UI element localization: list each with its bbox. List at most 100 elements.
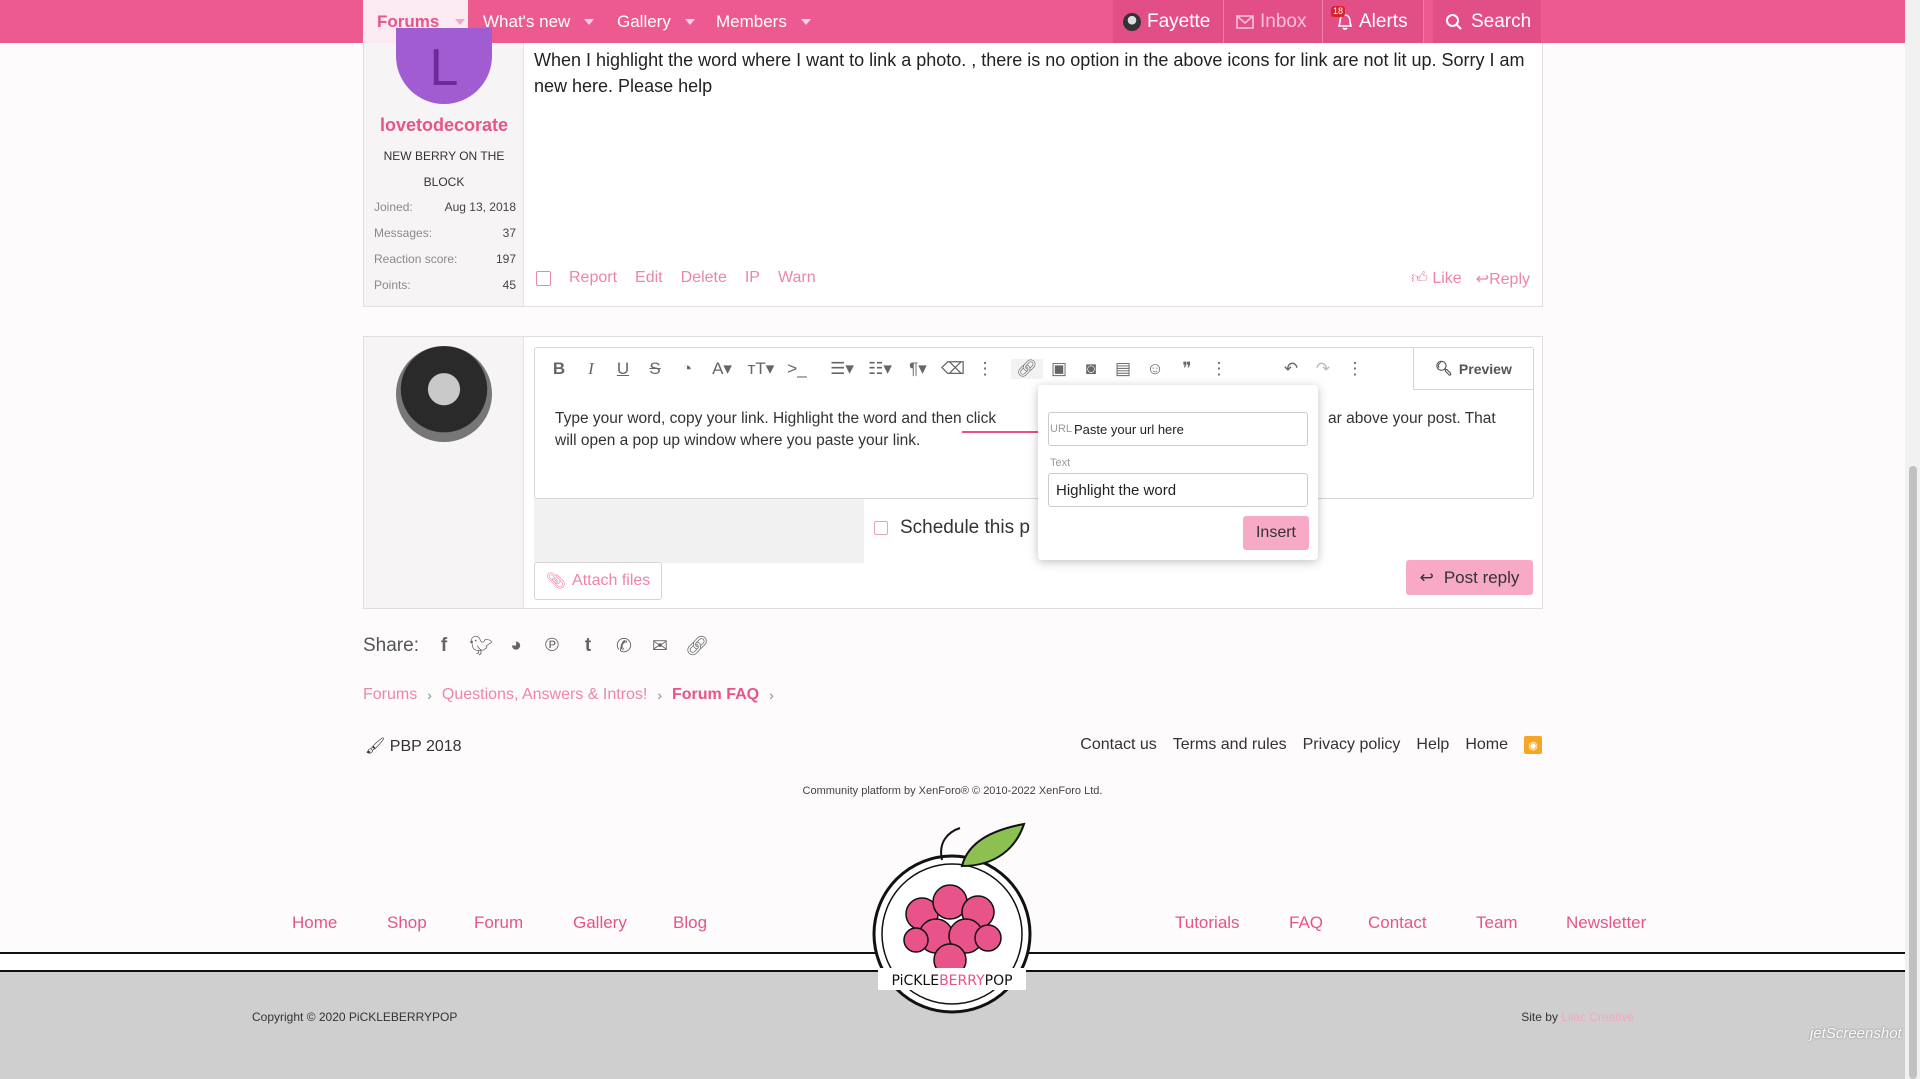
warn-link[interactable]: Warn [778, 269, 816, 287]
gallery-icon[interactable]: ▤ [1107, 359, 1139, 379]
tumblr-icon[interactable]: t [577, 635, 599, 657]
email-icon[interactable]: ✉ [649, 635, 671, 658]
alerts-count-badge: 18 [1331, 6, 1346, 17]
nav-tab-members[interactable]: Members [716, 0, 811, 43]
ip-link[interactable]: IP [745, 269, 760, 287]
font-size-icon[interactable]: тT▾ [741, 359, 781, 379]
code-icon[interactable]: >_ [781, 359, 813, 379]
link-icon[interactable]: 🔗︎ [685, 634, 709, 658]
strikethrough-icon[interactable]: S [639, 359, 671, 379]
site-nav-left: Home Shop Forum Gallery Blog [292, 913, 707, 933]
palette-icon[interactable]: ◔ [671, 359, 703, 379]
reply-button[interactable]: ↩Reply [1476, 269, 1530, 289]
stat-row-messages: Messages: 37 [374, 220, 516, 246]
rss-icon[interactable]: ◉ [1524, 736, 1542, 754]
search-button[interactable]: Search [1433, 0, 1541, 43]
bold-icon[interactable]: B [543, 359, 575, 379]
link-text-input[interactable]: Highlight the word [1048, 473, 1308, 507]
site-nav-shop[interactable]: Shop [387, 913, 474, 933]
footer-link-terms[interactable]: Terms and rules [1173, 736, 1287, 754]
post-username[interactable]: lovetodecorate [364, 115, 524, 136]
divider [1423, 0, 1424, 43]
insert-button[interactable]: Insert [1243, 516, 1309, 550]
avatar[interactable] [396, 346, 492, 442]
nav-tab-gallery[interactable]: Gallery [617, 0, 695, 43]
pickleberrypop-logo[interactable]: PiCKLEBERRYPOP [870, 812, 1034, 1016]
scrollbar-thumb[interactable] [1909, 466, 1917, 1079]
like-button[interactable]: 👍︎ Like [1411, 269, 1462, 289]
breadcrumb-forum-faq[interactable]: Forum FAQ [672, 686, 759, 704]
schedule-checkbox[interactable] [874, 521, 888, 535]
font-family-icon[interactable]: A▾ [703, 359, 741, 379]
post-reply-button[interactable]: ↩ Post reply [1406, 560, 1533, 595]
stat-label: Points: [374, 278, 411, 292]
site-nav-blog[interactable]: Blog [673, 913, 707, 933]
more-vertical-icon[interactable]: ⋮ [1203, 359, 1235, 379]
footer-link-home[interactable]: Home [1465, 736, 1508, 754]
footer-link-privacy[interactable]: Privacy policy [1303, 736, 1401, 754]
edit-link[interactable]: Edit [635, 269, 663, 287]
chevron-down-icon[interactable] [684, 18, 695, 25]
underline-icon[interactable]: U [607, 359, 639, 379]
delete-link[interactable]: Delete [681, 269, 727, 287]
preview-button[interactable]: 🔍︎ Preview [1413, 348, 1533, 390]
schedule-option[interactable]: Schedule this p [874, 517, 1030, 539]
stat-row-joined: Joined: Aug 13, 2018 [374, 194, 516, 220]
chevron-down-icon[interactable] [584, 18, 595, 25]
report-link[interactable]: Report [569, 269, 617, 287]
paragraph-icon[interactable]: ¶▾ [899, 359, 937, 379]
preview-label: Preview [1458, 360, 1512, 377]
site-nav-team[interactable]: Team [1476, 913, 1566, 933]
text-field-label: Text [1050, 457, 1071, 469]
attach-files-button[interactable]: 📎︎ Attach files [534, 562, 662, 600]
schedule-label: Schedule this p [900, 517, 1030, 538]
account-menu[interactable]: Fayette [1113, 0, 1223, 43]
breadcrumb-forums[interactable]: Forums [363, 686, 417, 704]
rich-text-editor[interactable]: B I U S ◔ A▾ тT▾ >_ ☰▾ ☷▾ ¶▾ ⌫ ⋮ 🔗︎ ▣ ◙ … [534, 347, 1534, 499]
chevron-down-icon[interactable] [455, 18, 466, 25]
stat-row-reaction-score: Reaction score: 197 [374, 246, 516, 272]
inbox-button[interactable]: Inbox [1224, 0, 1322, 43]
undo-icon[interactable]: ↶ [1275, 359, 1307, 379]
eraser-icon[interactable]: ⌫ [937, 359, 969, 379]
avatar[interactable]: L [396, 28, 492, 104]
user-stats: Joined: Aug 13, 2018 Messages: 37 Reaction… [374, 194, 516, 298]
site-nav-tutorials[interactable]: Tutorials [1175, 913, 1289, 933]
footer-link-contact[interactable]: Contact us [1080, 736, 1156, 754]
site-nav-newsletter[interactable]: Newsletter [1566, 913, 1646, 933]
smile-icon[interactable]: ☺ [1139, 359, 1171, 379]
pinterest-icon[interactable]: ℗ [541, 635, 563, 657]
alerts-button[interactable]: Alerts 18 [1323, 0, 1423, 43]
twitter-icon[interactable]: 🐦︎ [469, 634, 493, 658]
url-input[interactable]: Paste your url here [1048, 412, 1308, 446]
align-icon[interactable]: ☰▾ [823, 359, 861, 379]
post-user-sidebar: L lovetodecorate NEW BERRY ON THE BLOCK … [364, 28, 524, 306]
site-nav-home[interactable]: Home [292, 913, 387, 933]
more-vertical-icon[interactable]: ⋮ [1339, 359, 1371, 379]
more-vertical-icon[interactable]: ⋮ [969, 359, 1001, 379]
site-nav-gallery[interactable]: Gallery [573, 913, 673, 933]
site-nav-contact[interactable]: Contact [1368, 913, 1476, 933]
list-icon[interactable]: ☷▾ [861, 359, 899, 379]
link-icon[interactable]: 🔗︎ [1011, 359, 1043, 379]
site-nav-forum[interactable]: Forum [474, 913, 573, 933]
facebook-icon[interactable]: f [433, 635, 455, 657]
redo-icon[interactable]: ↷ [1307, 359, 1339, 379]
site-by-link[interactable]: Lilac Creative [1561, 1010, 1634, 1024]
breadcrumb-questions[interactable]: Questions, Answers & Intros! [442, 686, 647, 704]
site-nav-faq[interactable]: FAQ [1289, 913, 1368, 933]
logo-wordmark: PiCKLEBERRYPOP [891, 973, 1012, 989]
reddit-icon[interactable]: ◕ [505, 635, 527, 657]
camera-icon[interactable]: ◙ [1075, 359, 1107, 379]
italic-icon[interactable]: I [575, 359, 607, 379]
chevron-down-icon[interactable] [800, 18, 811, 25]
nav-tab-whats-new[interactable]: What's new [483, 0, 595, 43]
select-post-checkbox[interactable] [536, 270, 551, 286]
image-icon[interactable]: ▣ [1043, 359, 1075, 379]
whatsapp-icon[interactable]: ✆ [613, 635, 635, 658]
footer-link-help[interactable]: Help [1416, 736, 1449, 754]
style-chooser[interactable]: 🖌︎ PBP 2018 [365, 736, 462, 756]
quote-icon[interactable]: ❞ [1171, 359, 1203, 379]
reply-user-sidebar [364, 337, 524, 608]
stat-label: Reaction score: [374, 252, 458, 266]
